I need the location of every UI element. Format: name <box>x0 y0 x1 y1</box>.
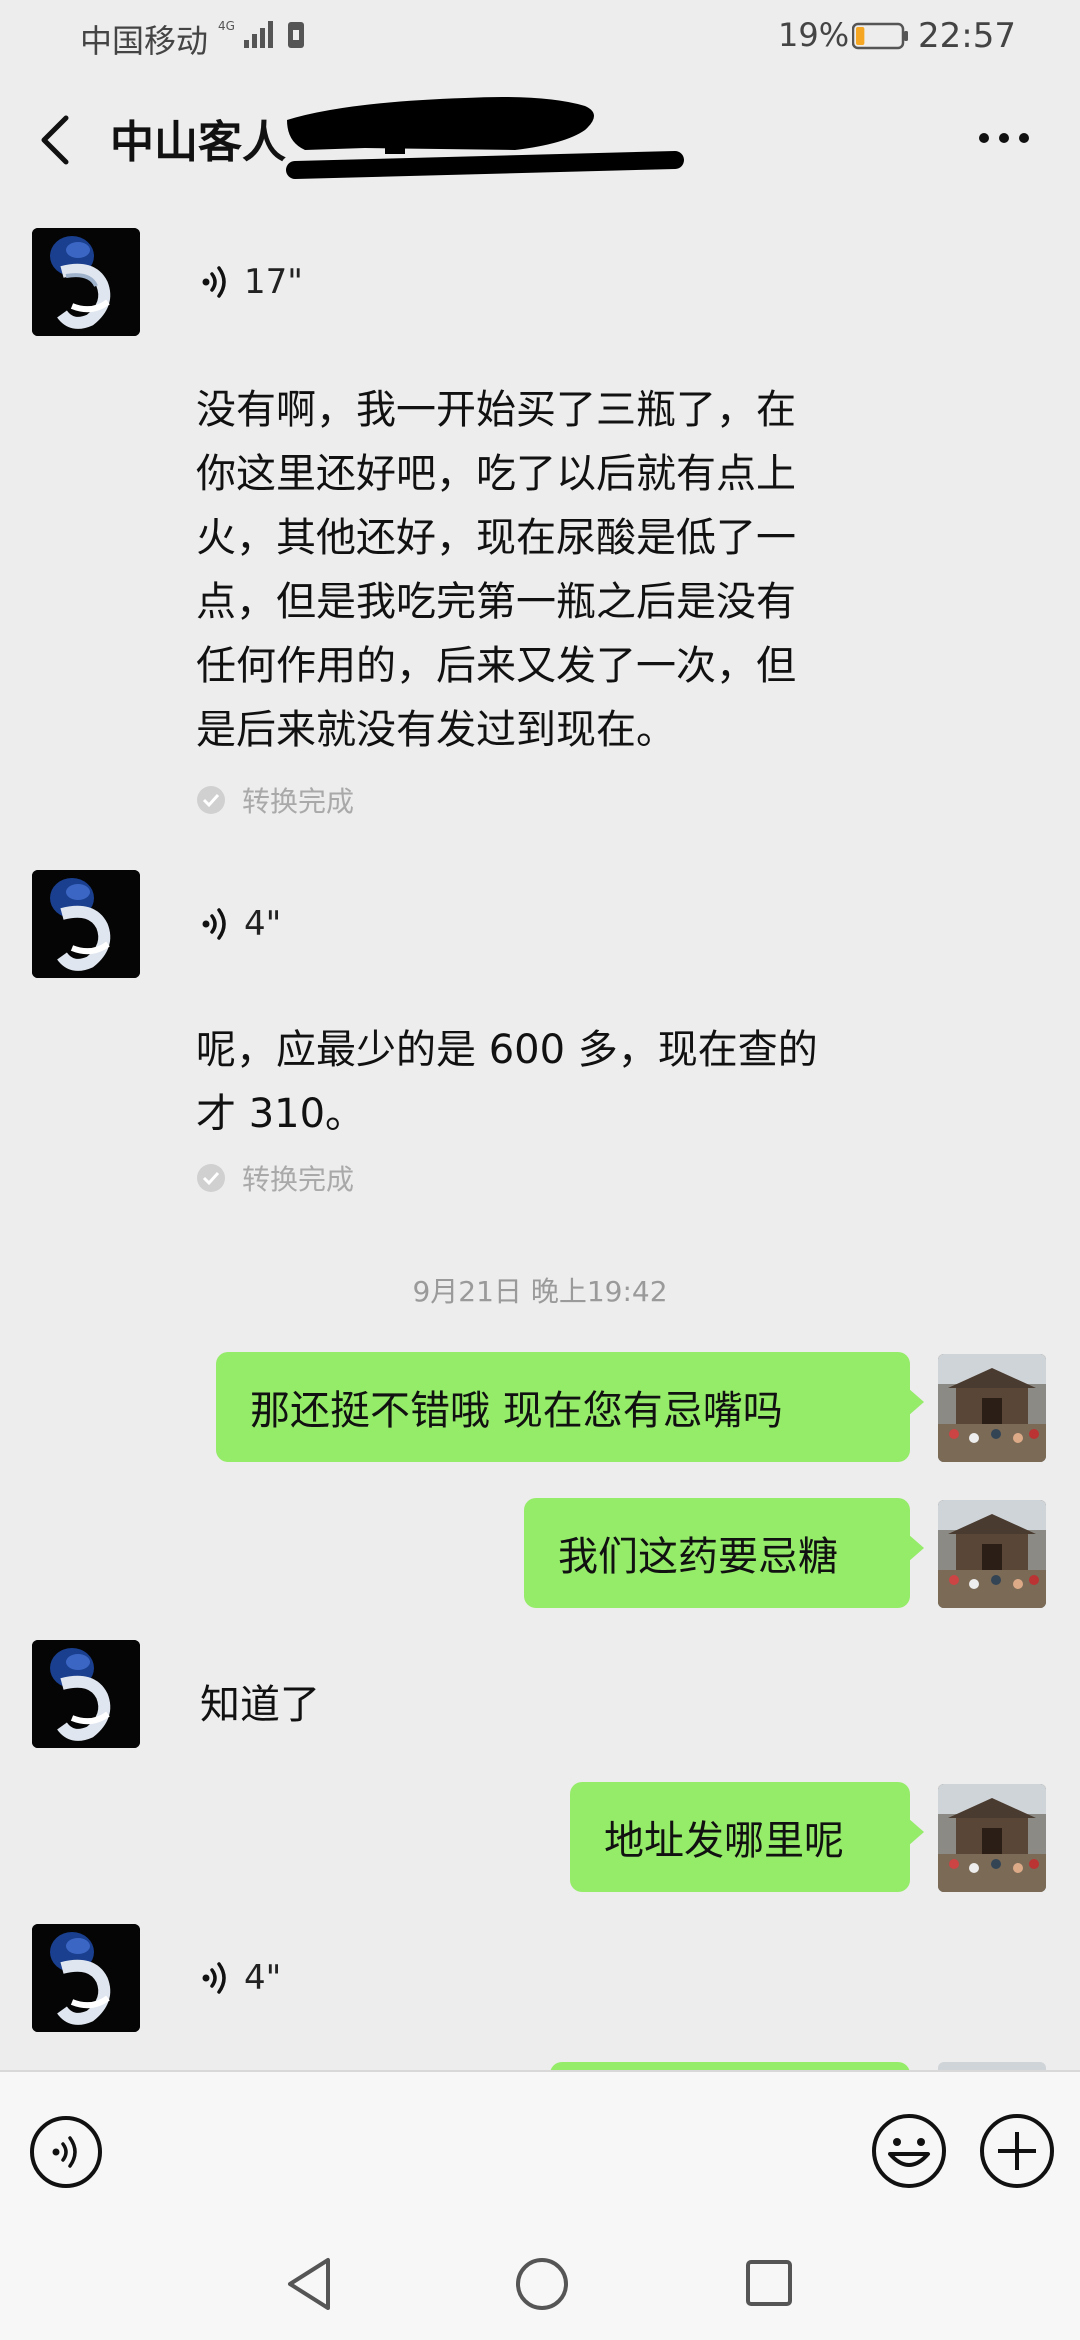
transcript-status: 转换完成 <box>196 780 354 820</box>
voice-wave-icon <box>202 1962 226 1994</box>
system-recents-button[interactable] <box>744 2258 794 2312</box>
transcript-status-label: 转换完成 <box>242 785 355 818</box>
transcript-line: 没有啊，我一开始买了三瓶了，在 <box>196 387 796 433</box>
status-bar: 中国移动 4G 19% 22:57 <box>0 0 1080 70</box>
triangle-back-icon <box>288 2258 330 2310</box>
voice-wave-icon <box>202 266 226 298</box>
transcript-line: 是后来就没有发过到现在。 <box>196 707 676 753</box>
contact-avatar[interactable] <box>32 1924 140 2032</box>
transcript-line: 任何作用的，后来又发了一次，但 <box>196 643 796 689</box>
transcript-status-label: 转换完成 <box>242 1163 355 1196</box>
transcript-line: 火，其他还好，现在尿酸是低了一 <box>196 515 796 561</box>
chat-header: 中山客人 <box>0 70 1080 210</box>
signal-icon: 4G <box>218 18 282 54</box>
voice-duration: 4" <box>244 904 282 944</box>
sim-icon <box>286 20 306 54</box>
emoji-button[interactable] <box>870 2112 948 2194</box>
plus-icon <box>980 2114 1054 2188</box>
add-button[interactable] <box>978 2112 1056 2194</box>
check-circle-icon <box>197 786 225 814</box>
voice-mode-button[interactable] <box>28 2114 104 2194</box>
redaction-mark <box>285 92 685 206</box>
outgoing-message[interactable]: 我们这药要忌糖 <box>524 1498 924 1608</box>
back-button[interactable] <box>36 112 76 172</box>
transcript-line: 你这里还好吧，吃了以后就有点上 <box>196 451 796 497</box>
voice-message[interactable]: 4" <box>200 894 281 954</box>
system-back-button[interactable] <box>286 2256 334 2316</box>
my-avatar[interactable] <box>938 1500 1046 1608</box>
carrier-name: 中国移动 <box>80 22 209 60</box>
chat-title: 中山客人 <box>110 117 286 168</box>
check-circle-icon <box>197 1164 225 1192</box>
voice-transcript[interactable]: 没有啊，我一开始买了三瓶了，在 你这里还好吧，吃了以后就有点上 火，其他还好，现… <box>196 378 896 762</box>
voice-message[interactable]: 17" <box>200 252 303 312</box>
input-bar <box>0 2070 1080 2230</box>
battery-icon <box>851 22 910 54</box>
contact-avatar[interactable] <box>32 1640 140 1748</box>
transcript-line: 才 310。 <box>196 1091 366 1137</box>
my-avatar[interactable] <box>938 1784 1046 1892</box>
system-navigation-bar <box>0 2230 1080 2340</box>
voice-message[interactable]: 4" <box>200 1948 281 2008</box>
message-list[interactable]: 17" 没有啊，我一开始买了三瓶了，在 你这里还好吧，吃了以后就有点上 火，其他… <box>0 210 1080 2070</box>
transcript-status: 转换完成 <box>196 1158 354 1198</box>
square-recents-icon <box>746 2260 792 2306</box>
transcript-line: 呢，应最少的是 600 多，现在查的 <box>196 1027 818 1073</box>
contact-avatar[interactable] <box>32 870 140 978</box>
outgoing-message[interactable]: 地址发哪里呢 <box>570 1782 924 1892</box>
voice-icon <box>30 2116 102 2188</box>
voice-transcript[interactable]: 呢，应最少的是 600 多，现在查的 才 310。 <box>196 1018 896 1146</box>
voice-wave-icon <box>202 908 226 940</box>
chevron-left-icon <box>41 115 69 165</box>
network-type: 4G <box>218 19 235 33</box>
outgoing-message-partial[interactable] <box>550 2062 910 2070</box>
contact-avatar[interactable] <box>32 228 140 336</box>
battery-percent: 19% <box>778 16 850 54</box>
more-horizontal-icon <box>979 133 1029 143</box>
clock: 22:57 <box>918 16 1016 56</box>
outgoing-message[interactable]: 那还挺不错哦 现在您有忌嘴吗 <box>216 1352 924 1462</box>
voice-duration: 17" <box>244 262 303 302</box>
transcript-line: 点，但是我吃完第一瓶之后是没有 <box>196 579 796 625</box>
circle-home-icon <box>516 2258 568 2310</box>
chat-timestamp: 9月21日 晚上19:42 <box>412 1275 668 1308</box>
system-home-button[interactable] <box>514 2256 570 2316</box>
voice-duration: 4" <box>244 1958 282 1998</box>
my-avatar-partial <box>938 2062 1046 2070</box>
emoji-icon <box>872 2114 946 2188</box>
incoming-message[interactable]: 知道了 <box>200 1672 320 1730</box>
my-avatar[interactable] <box>938 1354 1046 1462</box>
more-button[interactable] <box>976 130 1036 150</box>
